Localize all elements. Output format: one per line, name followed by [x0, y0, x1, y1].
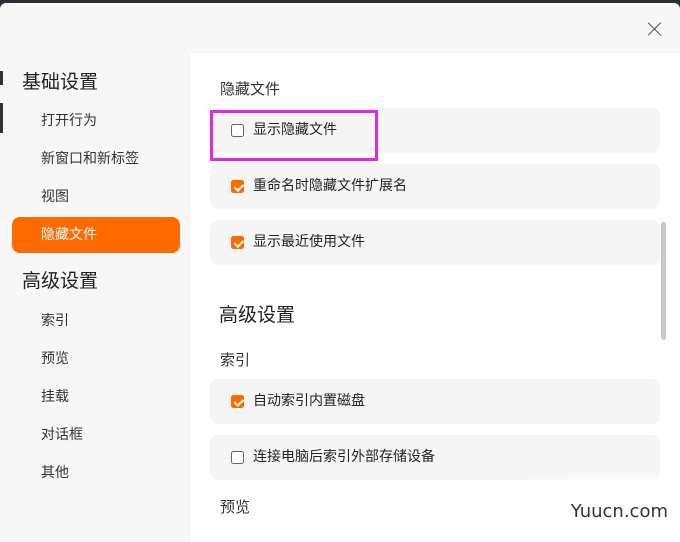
hide-extension-checkbox[interactable]: [231, 180, 244, 193]
sidebar-section-basic: 基础设置: [22, 71, 99, 93]
close-icon[interactable]: [646, 20, 664, 38]
sidebar-item-new-window-tab[interactable]: 新窗口和新标签: [12, 141, 180, 177]
option-index-external-storage[interactable]: 连接电脑后索引外部存储设备: [210, 435, 660, 480]
auto-index-checkbox[interactable]: [231, 395, 244, 408]
sidebar-section-advanced: 高级设置: [22, 270, 99, 292]
preview-section-title: 预览: [220, 498, 251, 516]
sidebar-item-mount[interactable]: 挂载: [12, 379, 180, 415]
advanced-settings-title: 高级设置: [219, 304, 296, 326]
show-recent-files-checkbox[interactable]: [231, 236, 244, 249]
option-label: 连接电脑后索引外部存储设备: [253, 449, 435, 465]
option-show-hidden-files[interactable]: 显示隐藏文件: [210, 108, 660, 153]
sidebar-item-view[interactable]: 视图: [12, 179, 180, 215]
sidebar-item-index[interactable]: 索引: [12, 303, 180, 339]
option-label: 重命名时隐藏文件扩展名: [253, 178, 407, 194]
sidebar-item-dialog[interactable]: 对话框: [12, 417, 180, 453]
settings-content[interactable]: 隐藏文件 显示隐藏文件 重命名时隐藏文件扩展名 显示最近使用文件 高级设置 索引…: [190, 53, 680, 542]
content-scrollbar[interactable]: [661, 222, 666, 340]
option-hide-extension-on-rename[interactable]: 重命名时隐藏文件扩展名: [210, 164, 660, 209]
option-label: 显示最近使用文件: [253, 234, 365, 250]
option-auto-index-internal-disk[interactable]: 自动索引内置磁盘: [210, 379, 660, 424]
sidebar-item-other[interactable]: 其他: [12, 455, 180, 491]
index-section-title: 索引: [220, 351, 251, 369]
hidden-files-section-title: 隐藏文件: [220, 80, 281, 98]
index-external-checkbox[interactable]: [231, 451, 244, 464]
option-label: 自动索引内置磁盘: [253, 393, 365, 409]
watermark-text: Yuucn.com: [570, 501, 668, 522]
settings-sidebar: 基础设置 打开行为 新窗口和新标签 视图 隐藏文件 高级设置 索引 预览 挂载 …: [0, 53, 190, 542]
sidebar-item-hidden-files[interactable]: 隐藏文件: [12, 217, 180, 253]
option-show-recent-files[interactable]: 显示最近使用文件: [210, 220, 660, 265]
sidebar-item-preview[interactable]: 预览: [12, 341, 180, 377]
settings-dialog: 基础设置 打开行为 新窗口和新标签 视图 隐藏文件 高级设置 索引 预览 挂载 …: [0, 3, 680, 542]
sidebar-item-open-behavior[interactable]: 打开行为: [12, 103, 180, 139]
show-hidden-files-checkbox[interactable]: [231, 124, 244, 137]
option-label: 显示隐藏文件: [253, 122, 337, 138]
